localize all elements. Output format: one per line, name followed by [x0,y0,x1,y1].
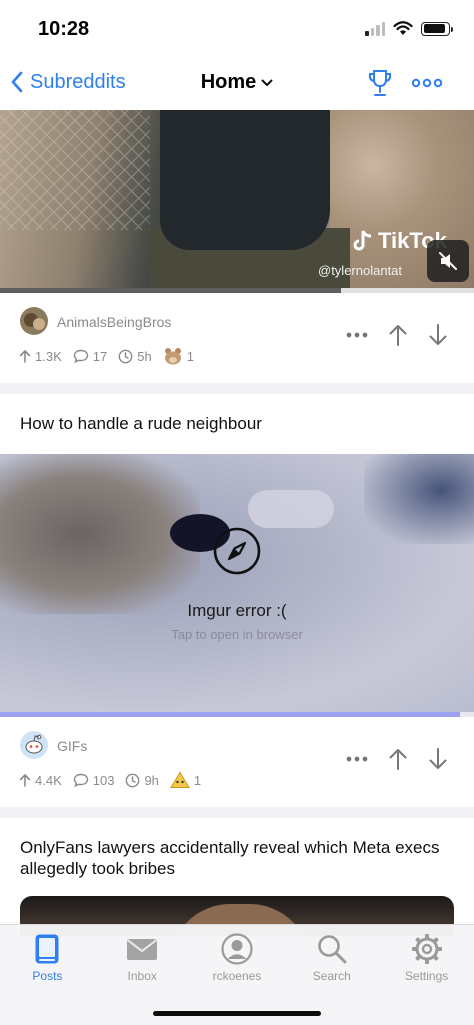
subreddit-avatar[interactable] [20,307,48,335]
search-icon [317,935,347,964]
post-actions [346,747,448,771]
tab-inbox[interactable]: Inbox [95,925,190,995]
award-warning-icon [170,771,190,788]
page-title: Home [200,71,257,93]
reddit-snoo-avatar-icon [20,731,48,759]
comment-bubble-icon [73,773,88,787]
status-icons [365,21,453,36]
post-separator [0,807,474,818]
post-options-button[interactable] [346,756,368,762]
cellular-signal-icon [365,21,385,36]
video-player[interactable]: TikTok @tylernolantat [0,110,474,293]
comment-bubble-icon [73,349,88,363]
tab-posts[interactable]: Posts [0,925,95,995]
gear-icon [411,934,442,964]
award-bear-icon [164,348,181,365]
tab-bar: Posts Inbox rckoenes Search Settings [0,924,474,1025]
status-bar: 10:28 [0,0,474,58]
chevron-left-icon [11,71,23,93]
navigation-bar: Subreddits Home [0,58,474,110]
animal-avatar-icon [20,307,48,335]
imgur-error-overlay: Imgur error :( Tap to open in browser [0,526,474,642]
tab-label: Inbox [127,969,157,983]
tab-label: Posts [32,969,63,983]
open-in-browser-button[interactable] [212,526,262,581]
post-age: 9h [125,773,159,788]
subreddit-avatar[interactable] [20,731,48,759]
back-button[interactable]: Subreddits [10,70,126,94]
post-separator [0,383,474,394]
tab-label: Search [312,969,351,983]
subreddit-name[interactable]: GIFs [57,738,87,754]
arrow-up-icon [389,325,407,346]
more-options-button[interactable] [411,70,443,101]
post-stats: 1.3K 17 5h 1 [19,347,205,365]
award-count: 1 [170,771,201,789]
comment-count: 103 [73,773,114,788]
upvote-button[interactable] [388,323,408,347]
subreddit-name[interactable]: AnimalsBeingBros [57,314,171,330]
watermark-handle: @tylernolantat [318,263,403,278]
tab-search[interactable]: Search [284,925,379,995]
profile-icon [221,933,253,965]
status-time: 10:28 [38,18,90,40]
post-card: OnlyFans lawyers accidentally reveal whi… [0,818,474,936]
tiktok-logo-icon [353,230,372,251]
envelope-icon [127,939,158,960]
wifi-icon [393,21,413,35]
imgur-error-text: Imgur error :( [187,601,287,620]
arrow-down-icon [429,324,447,345]
compass-icon [213,527,261,575]
feed-selector[interactable]: Home [201,71,274,94]
post-stats: 4.4K 103 9h 1 [19,771,212,789]
arrow-up-icon [19,774,31,787]
tab-profile[interactable]: rckoenes [190,925,285,995]
post-title[interactable]: How to handle a rude neighbour [0,394,474,454]
more-icon [411,78,443,88]
imgur-media[interactable]: Imgur error :( Tap to open in browser [0,454,474,717]
back-button-label: Subreddits [30,70,126,93]
chevron-down-icon [261,79,273,86]
arrow-up-icon [389,749,407,770]
downvote-button[interactable] [428,323,448,347]
upvote-count: 4.4K [19,773,62,788]
trophy-icon [368,70,392,96]
tab-label: Settings [404,969,449,983]
speaker-muted-icon [439,252,457,270]
clock-icon [126,773,140,787]
post-card: TikTok @tylernolantat AnimalsBeingBros 1… [0,110,474,383]
post-age: 5h [118,349,152,364]
clock-icon [118,349,133,363]
ellipsis-icon [346,332,368,338]
home-indicator [153,1011,321,1016]
arrow-up-icon [19,350,31,363]
imgur-hint-text: Tap to open in browser [171,627,303,642]
battery-icon [421,21,453,36]
downvote-button[interactable] [428,747,448,771]
upvote-button[interactable] [388,747,408,771]
posts-icon [35,934,59,964]
post-card: How to handle a rude neighbour Imgur err… [0,394,474,807]
post-feed: TikTok @tylernolantat AnimalsBeingBros 1… [0,110,474,936]
trophy-button[interactable] [366,68,394,103]
arrow-down-icon [429,748,447,769]
post-title[interactable]: OnlyFans lawyers accidentally reveal whi… [0,818,474,896]
comment-count: 17 [73,349,107,364]
post-actions [346,323,448,347]
mute-button[interactable] [427,240,469,282]
ellipsis-icon [346,756,368,762]
tab-label: rckoenes [212,969,262,983]
post-meta: AnimalsBeingBros 1.3K 17 5h 1 [0,293,474,383]
upvote-count: 1.3K [19,349,62,364]
tab-settings[interactable]: Settings [379,925,474,995]
post-options-button[interactable] [346,332,368,338]
award-count: 1 [163,347,194,365]
post-meta: GIFs 4.4K 103 9h 1 [0,717,474,807]
